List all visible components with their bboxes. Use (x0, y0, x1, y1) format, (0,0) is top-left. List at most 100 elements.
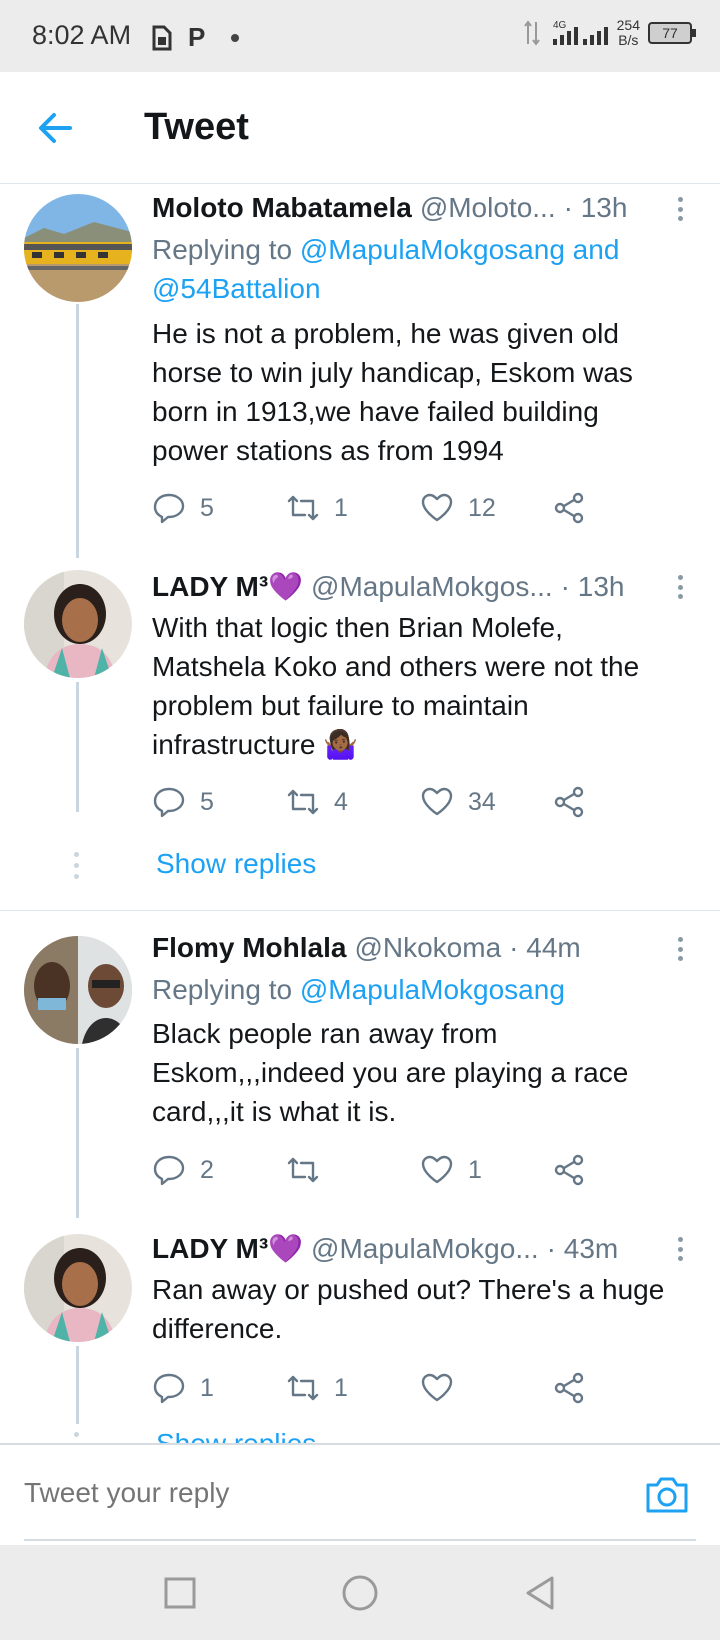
status-bar: 8:02 AM P 4G 254 B/s 77 (0, 0, 720, 72)
tweet-time: · 44m (509, 932, 581, 963)
tweet-header: LADY M³💜 @MapulaMokgos... · 13h (152, 570, 690, 603)
retweet-icon (287, 1157, 319, 1183)
share-icon (554, 492, 584, 524)
more-icon[interactable] (670, 192, 690, 226)
user-name[interactable]: LADY M³💜 (152, 570, 303, 603)
avatar[interactable] (24, 936, 132, 1044)
thread-line (76, 682, 79, 812)
retweet-count: 4 (334, 787, 348, 816)
avatar-portrait-image (24, 1234, 132, 1342)
show-replies-link[interactable]: Show replies (156, 848, 316, 880)
user-handle[interactable]: @Moloto... (420, 192, 556, 224)
user-name[interactable]: Moloto Mabatamela (152, 192, 412, 224)
retweet-icon (287, 1375, 319, 1401)
like-button[interactable]: 1 (420, 1150, 482, 1190)
like-count: 34 (468, 787, 496, 816)
thread-line (76, 1048, 79, 1218)
share-button[interactable] (552, 1150, 586, 1190)
reply-input[interactable] (24, 1469, 604, 1517)
tweet-actions: 5 1 12 (152, 488, 622, 528)
share-icon (554, 786, 584, 818)
retweet-count: 1 (334, 1373, 348, 1402)
like-count: 12 (468, 493, 496, 522)
avatar[interactable] (24, 194, 132, 302)
tweet-header: Moloto Mabatamela @Moloto... · 13h (152, 192, 690, 224)
like-button[interactable]: 34 (420, 782, 496, 822)
tweet-time: · 13h (560, 571, 625, 602)
data-transfer-icon (523, 20, 540, 46)
thread-dots (74, 1432, 80, 1443)
nav-home-button[interactable] (340, 1573, 380, 1613)
tweet-text: With that logic then Brian Molefe, Matsh… (152, 612, 640, 760)
share-button[interactable] (552, 782, 586, 822)
retweet-icon (287, 495, 319, 521)
reply-count: 1 (200, 1373, 214, 1402)
reply-button[interactable]: 2 (152, 1150, 214, 1190)
more-icon[interactable] (670, 570, 690, 604)
tweet-time: · 13h (563, 192, 628, 223)
reply-icon (153, 1373, 185, 1404)
reply-icon (153, 1155, 185, 1186)
back-button[interactable] (34, 108, 78, 148)
retweet-count: 1 (334, 493, 348, 522)
nav-home-icon (342, 1575, 378, 1611)
camera-button[interactable] (644, 1473, 690, 1517)
mention-link[interactable]: @MapulaMokgosang (300, 974, 565, 1005)
reply-button[interactable]: 1 (152, 1368, 214, 1408)
like-button[interactable]: 12 (420, 488, 496, 528)
system-nav-bar (0, 1545, 720, 1640)
share-button[interactable] (552, 1368, 586, 1408)
like-icon (421, 1373, 453, 1402)
tweet[interactable]: LADY M³💜 @MapulaMokgo... · 43m Ran away … (0, 1218, 720, 1443)
reply-count: 5 (200, 787, 214, 816)
retweet-button[interactable]: 4 (286, 782, 348, 822)
show-replies-link[interactable]: Show replies (156, 1428, 316, 1443)
reply-button[interactable]: 5 (152, 488, 214, 528)
user-handle[interactable]: @MapulaMokgos... (311, 571, 553, 603)
more-icon[interactable] (670, 932, 690, 966)
retweet-icon (287, 789, 319, 815)
share-icon (554, 1154, 584, 1186)
avatar[interactable] (24, 1234, 132, 1342)
reply-icon (153, 787, 185, 818)
tweet-header: LADY M³💜 @MapulaMokgo... · 43m (152, 1232, 690, 1265)
retweet-button[interactable]: 1 (286, 1368, 348, 1408)
more-icon[interactable] (670, 1232, 690, 1266)
user-handle[interactable]: @Nkokoma (354, 932, 501, 964)
retweet-button[interactable]: 1 (286, 488, 348, 528)
tweet-actions: 5 4 34 (152, 782, 622, 822)
mention-link[interactable]: @54Battalion (152, 273, 321, 304)
replying-to: Replying to @MapulaMokgosang (152, 974, 565, 1005)
like-icon (421, 787, 453, 816)
battery-icon: 77 (648, 22, 696, 44)
user-handle[interactable]: @MapulaMokgo... (311, 1233, 539, 1265)
like-button[interactable] (420, 1368, 468, 1408)
tweet-text: He is not a problem, he was given old ho… (152, 318, 633, 466)
network-type: 4G (553, 20, 567, 31)
share-icon (554, 1372, 584, 1404)
user-name[interactable]: LADY M³💜 (152, 1232, 303, 1265)
notification-dot-icon (231, 33, 240, 42)
tweet[interactable]: Flomy Mohlala @Nkokoma · 44m Replying to… (0, 918, 720, 1218)
reply-icon (153, 493, 185, 524)
share-button[interactable] (552, 488, 586, 528)
avatar-portrait-image (24, 570, 132, 678)
mention-link[interactable]: @MapulaMokgosang and (300, 234, 620, 265)
nav-back-button[interactable] (520, 1573, 560, 1613)
thread-line (76, 1346, 79, 1424)
page-title: Tweet (144, 106, 249, 148)
retweet-button[interactable] (286, 1150, 334, 1190)
avatar[interactable] (24, 570, 132, 678)
tweet[interactable]: LADY M³💜 @MapulaMokgos... · 13h With tha… (0, 558, 720, 908)
tweet-time: · 43m (546, 1233, 619, 1264)
nav-recents-icon (164, 1577, 196, 1609)
reply-button[interactable]: 5 (152, 782, 214, 822)
tweet-header: Flomy Mohlala @Nkokoma · 44m (152, 932, 690, 964)
like-count: 1 (468, 1155, 482, 1184)
user-name[interactable]: Flomy Mohlala (152, 932, 346, 964)
thread-line (76, 304, 79, 558)
tweet[interactable]: Moloto Mabatamela @Moloto... · 13h Reply… (0, 184, 720, 558)
input-underline (24, 1539, 696, 1541)
nav-recents-button[interactable] (160, 1573, 200, 1613)
tweet-text: Black people ran away from Eskom,,,indee… (152, 1018, 629, 1127)
